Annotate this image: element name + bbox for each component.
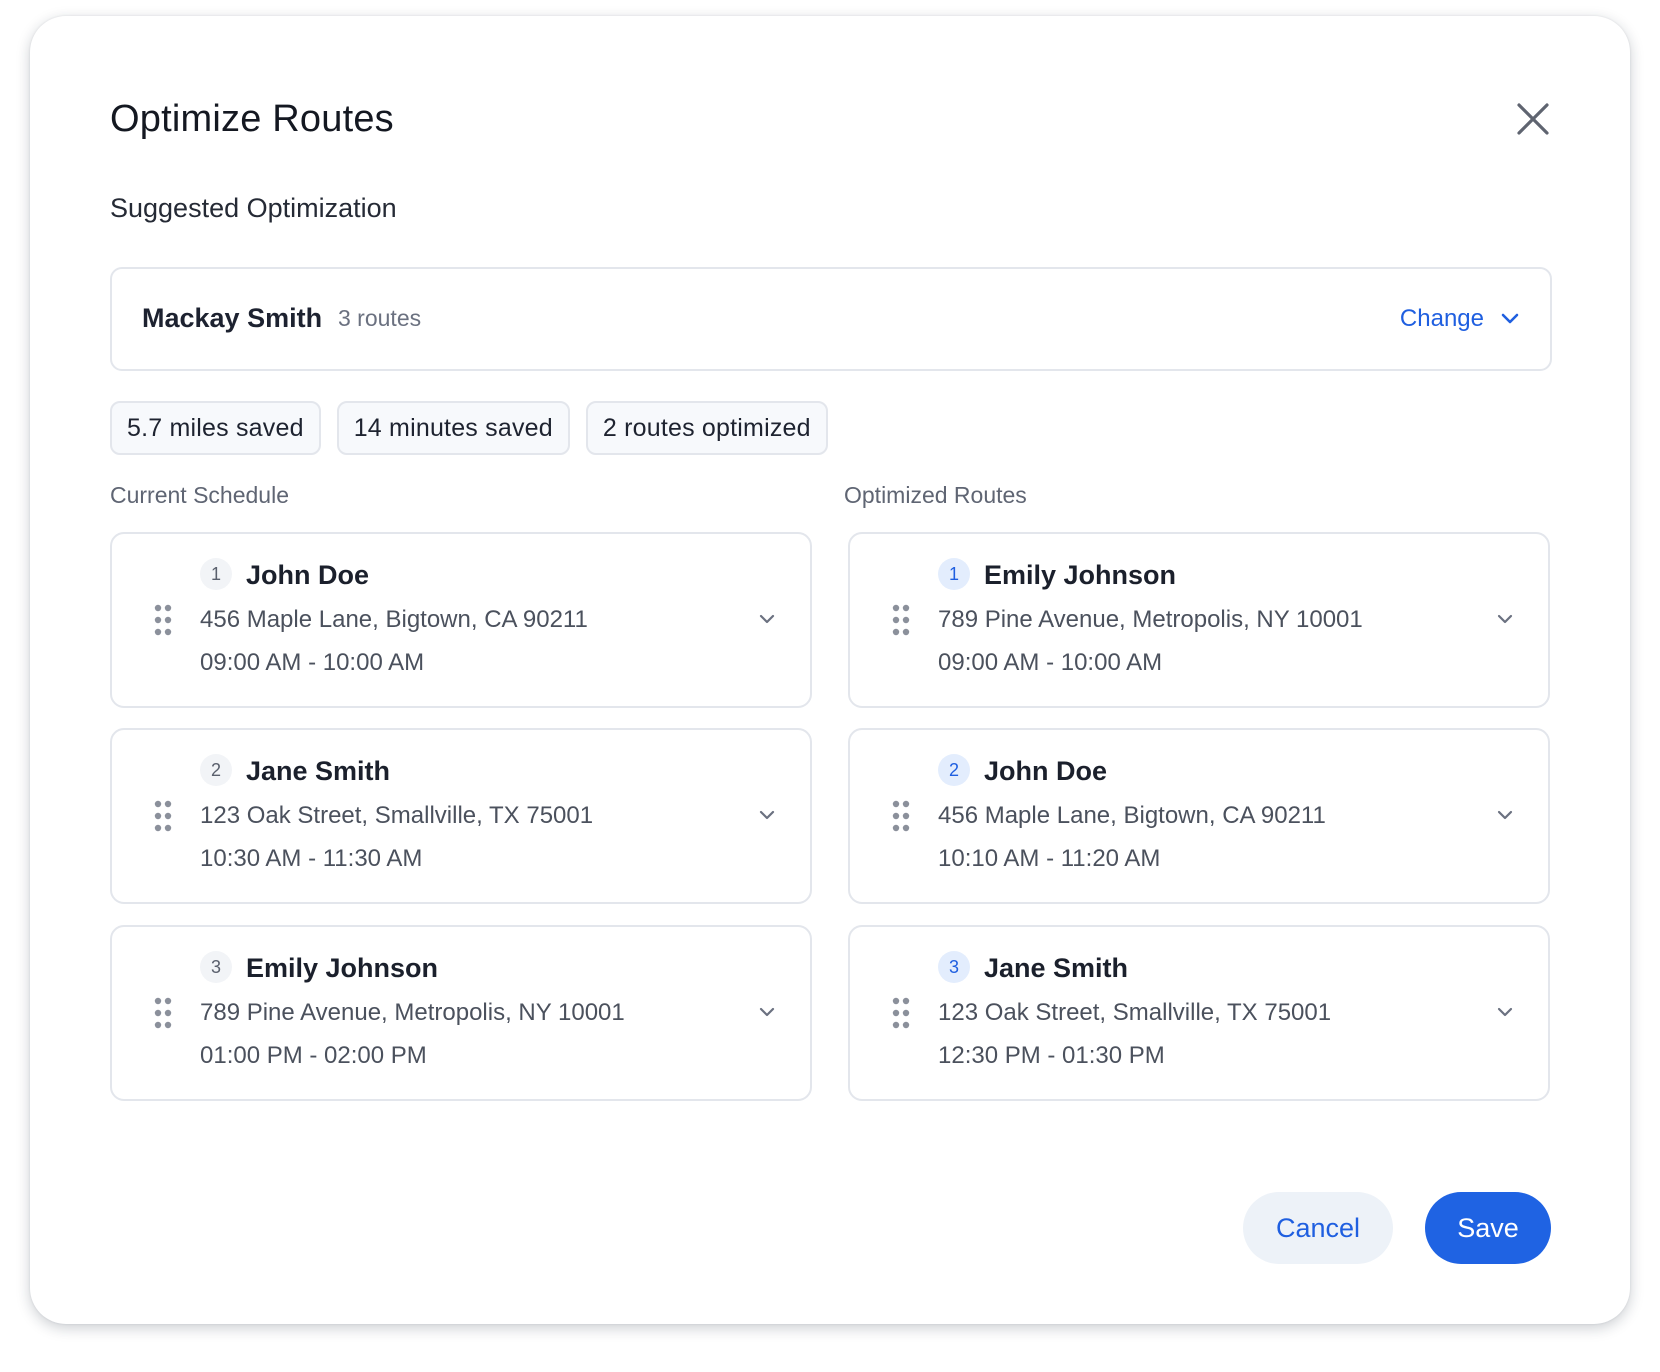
stat-chip-minutes: 14 minutes saved bbox=[336, 401, 570, 455]
route-order-badge: 3 bbox=[938, 951, 970, 983]
chevron-down-icon[interactable] bbox=[756, 804, 778, 826]
route-order-badge: 2 bbox=[200, 754, 232, 786]
drag-handle-icon[interactable] bbox=[154, 997, 172, 1029]
change-label: Change bbox=[1399, 305, 1484, 332]
optimized-route-card[interactable]: 1 Emily Johnson 789 Pine Avenue, Metropo… bbox=[848, 532, 1550, 708]
customer-address: 789 Pine Avenue, Metropolis, NY 10001 bbox=[200, 999, 625, 1026]
customer-name: John Doe bbox=[984, 756, 1108, 786]
current-route-card[interactable]: 1 John Doe 456 Maple Lane, Bigtown, CA 9… bbox=[110, 532, 812, 708]
customer-name: Jane Smith bbox=[246, 756, 391, 786]
close-icon bbox=[1517, 103, 1549, 135]
customer-address: 456 Maple Lane, Bigtown, CA 90211 bbox=[938, 802, 1326, 829]
section-subtitle: Suggested Optimization bbox=[110, 193, 397, 223]
optimized-route-card[interactable]: 2 John Doe 456 Maple Lane, Bigtown, CA 9… bbox=[848, 728, 1550, 904]
chevron-down-icon[interactable] bbox=[1494, 804, 1516, 826]
chevron-down-icon bbox=[1501, 313, 1519, 324]
optimized-route-card[interactable]: 3 Jane Smith 123 Oak Street, Smallville,… bbox=[848, 925, 1550, 1101]
optimization-stats: 5.7 miles saved 14 minutes saved 2 route… bbox=[110, 401, 828, 455]
appointment-time: 10:10 AM - 11:20 AM bbox=[938, 845, 1161, 872]
drag-handle-icon[interactable] bbox=[154, 800, 172, 832]
route-order-badge: 1 bbox=[938, 558, 970, 590]
appointment-time: 12:30 PM - 01:30 PM bbox=[938, 1042, 1165, 1069]
appointment-time: 09:00 AM - 10:00 AM bbox=[200, 649, 425, 676]
driver-selector: Mackay Smith 3 routes Change bbox=[110, 267, 1552, 371]
current-route-card[interactable]: 3 Emily Johnson 789 Pine Avenue, Metropo… bbox=[110, 925, 812, 1101]
driver-route-count: 3 routes bbox=[338, 305, 422, 331]
route-order-badge: 1 bbox=[200, 558, 232, 590]
appointment-time: 10:30 AM - 11:30 AM bbox=[200, 845, 423, 872]
stat-chip-miles: 5.7 miles saved bbox=[110, 401, 321, 455]
chevron-down-icon[interactable] bbox=[756, 1001, 778, 1023]
chevron-down-icon[interactable] bbox=[1494, 1001, 1516, 1023]
chevron-down-icon[interactable] bbox=[1494, 608, 1516, 630]
driver-name: Mackay Smith bbox=[142, 303, 323, 333]
route-order-badge: 3 bbox=[200, 951, 232, 983]
current-route-card[interactable]: 2 Jane Smith 123 Oak Street, Smallville,… bbox=[110, 728, 812, 904]
appointment-time: 09:00 AM - 10:00 AM bbox=[938, 649, 1163, 676]
customer-address: 456 Maple Lane, Bigtown, CA 90211 bbox=[200, 606, 588, 633]
save-button[interactable]: Save bbox=[1425, 1192, 1551, 1264]
customer-name: Emily Johnson bbox=[984, 560, 1177, 590]
customer-address: 789 Pine Avenue, Metropolis, NY 10001 bbox=[938, 606, 1363, 633]
dialog-title: Optimize Routes bbox=[110, 98, 394, 140]
route-order-badge: 2 bbox=[938, 754, 970, 786]
optimized-routes-label: Optimized Routes bbox=[844, 482, 1027, 508]
stat-chip-routes: 2 routes optimized bbox=[585, 401, 828, 455]
drag-handle-icon[interactable] bbox=[154, 604, 172, 636]
customer-address: 123 Oak Street, Smallville, TX 75001 bbox=[938, 999, 1332, 1026]
optimize-routes-dialog: Optimize Routes Suggested Optimization M… bbox=[30, 16, 1630, 1324]
customer-name: Jane Smith bbox=[984, 953, 1129, 983]
drag-handle-icon[interactable] bbox=[892, 997, 910, 1029]
cancel-button[interactable]: Cancel bbox=[1243, 1192, 1393, 1264]
appointment-time: 01:00 PM - 02:00 PM bbox=[200, 1042, 427, 1069]
close-button[interactable] bbox=[1510, 96, 1556, 142]
change-driver-button[interactable]: Change bbox=[1400, 299, 1520, 339]
drag-handle-icon[interactable] bbox=[892, 800, 910, 832]
customer-address: 123 Oak Street, Smallville, TX 75001 bbox=[200, 802, 594, 829]
drag-handle-icon[interactable] bbox=[892, 604, 910, 636]
customer-name: Emily Johnson bbox=[246, 953, 439, 983]
chevron-down-icon[interactable] bbox=[756, 608, 778, 630]
customer-name: John Doe bbox=[246, 560, 370, 590]
current-schedule-label: Current Schedule bbox=[110, 482, 289, 508]
